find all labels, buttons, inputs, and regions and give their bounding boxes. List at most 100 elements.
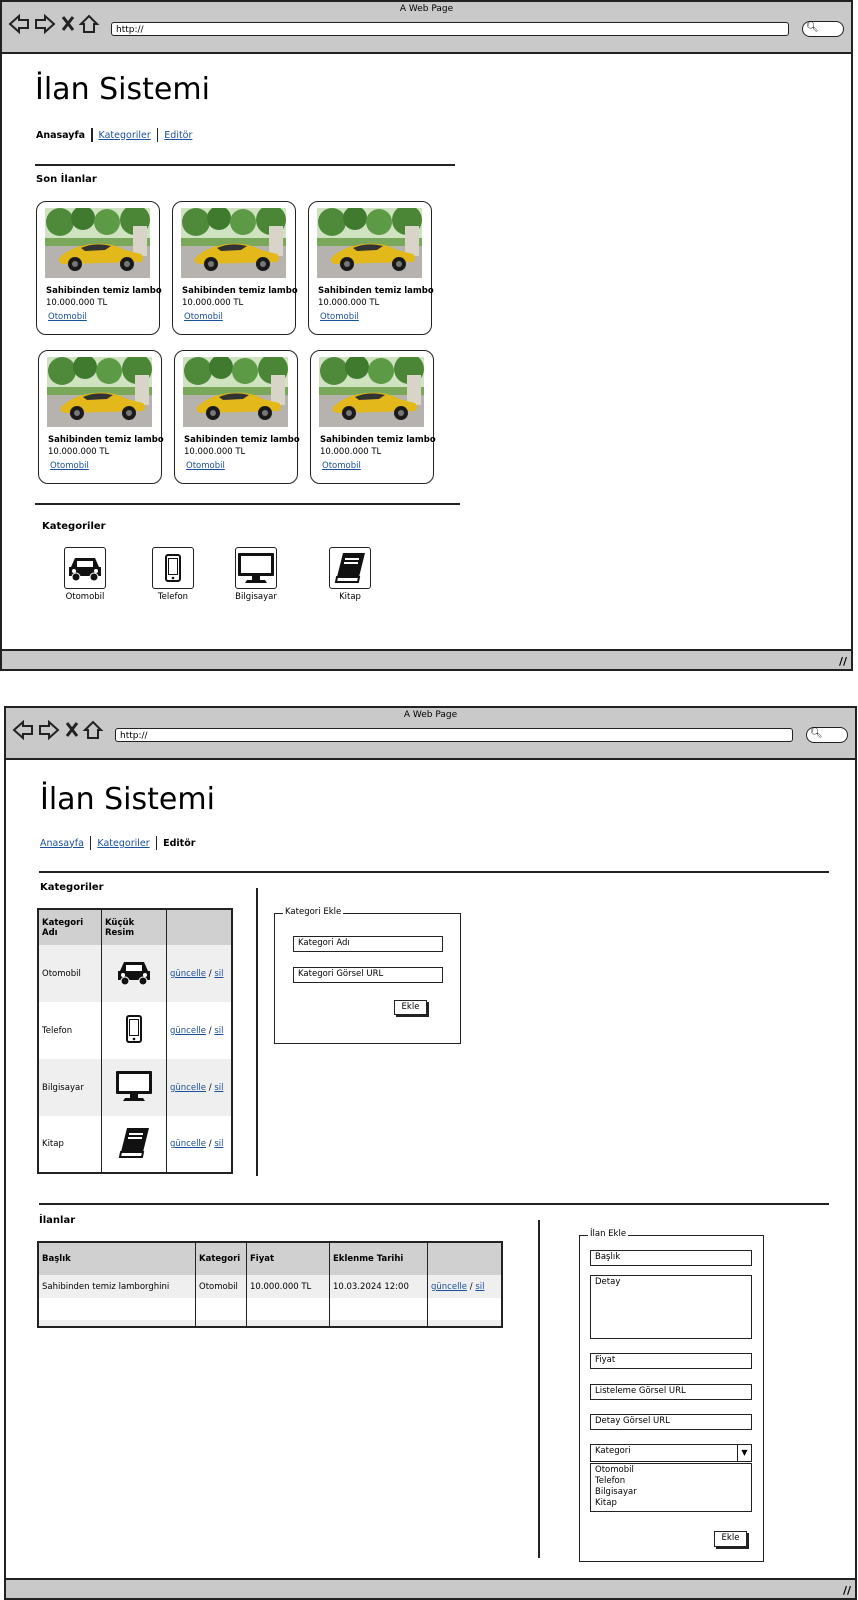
update-link[interactable]: güncelle (170, 1139, 206, 1149)
listing-card[interactable]: Sahibinden temiz lambo 10.000.000 TL Otomo… (172, 201, 298, 335)
address-bar[interactable]: http:// (111, 22, 789, 36)
listing-image[interactable] (183, 354, 288, 427)
column-header: Başlık (37, 1242, 196, 1275)
stop-icon[interactable] (61, 16, 75, 31)
stop-icon[interactable] (65, 722, 79, 737)
nav-editor[interactable]: Editör (163, 838, 195, 849)
listing-image[interactable] (47, 354, 152, 427)
add-listing-button[interactable]: Ekle (714, 1531, 747, 1547)
listing-category-link[interactable]: Otomobil (48, 312, 87, 322)
listing-card[interactable]: Sahibinden temiz lambo 10.000.000 TL Otomo… (174, 350, 300, 484)
detail-image-url-input[interactable]: Detay Görsel URL (590, 1414, 752, 1430)
category-item[interactable]: Bilgisayar (221, 547, 291, 602)
update-link[interactable]: güncelle (170, 969, 206, 979)
phone-icon[interactable] (152, 547, 194, 589)
nav-categories[interactable]: Kategoriler (99, 130, 151, 141)
category-label[interactable]: Otomobil (50, 592, 120, 602)
listing-card[interactable]: Sahibinden temiz lambo 10.000.000 TL Otomo… (38, 350, 164, 484)
book-icon[interactable] (329, 547, 371, 589)
add-category-button[interactable]: Ekle (394, 1000, 427, 1015)
nav-home[interactable]: Anasayfa (40, 838, 84, 849)
column-header: Küçük Resim (101, 909, 167, 945)
car-icon[interactable] (64, 547, 106, 589)
listing-title[interactable]: Sahibinden temiz lambo (184, 435, 300, 445)
category-thumbnail-cell (101, 1002, 167, 1059)
delete-link[interactable]: sil (475, 1282, 484, 1292)
listing-image[interactable] (319, 354, 424, 427)
divider-vertical (538, 1220, 540, 1558)
category-name-input[interactable]: Kategori Adı (293, 936, 443, 952)
listing-image[interactable] (317, 205, 422, 278)
category-option[interactable]: Kitap (595, 1498, 751, 1509)
listing-price: 10.000.000 TL (184, 447, 246, 457)
nav-home[interactable]: Anasayfa (36, 130, 85, 141)
nav-categories[interactable]: Kategoriler (97, 838, 149, 849)
column-header: Kategori Adı (37, 909, 102, 945)
category-label[interactable]: Kitap (315, 592, 385, 602)
back-icon[interactable] (8, 13, 29, 35)
listing-price-input[interactable]: Fiyat (590, 1353, 752, 1369)
listing-title-input[interactable]: Başlık (590, 1250, 752, 1266)
listing-card[interactable]: Sahibinden temiz lambo 10.000.000 TL Otomo… (310, 350, 436, 484)
browser-search[interactable]: 🔍︎ (802, 21, 844, 37)
monitor-icon[interactable] (235, 547, 277, 589)
categories-heading: Kategoriler (42, 521, 106, 532)
listing-category-link[interactable]: Otomobil (186, 461, 225, 471)
browser-search[interactable]: 🔍︎ (806, 727, 848, 743)
listing-image-url-input[interactable]: Listeleme Görsel URL (590, 1384, 752, 1400)
column-header (427, 1242, 503, 1275)
delete-link[interactable]: sil (214, 1026, 223, 1036)
browser-window-editor: A Web Page http:// 🔍︎ İlan Sistemi Anasa… (4, 706, 857, 1600)
category-thumbnail-cell (101, 1116, 167, 1173)
resize-grip-icon[interactable]: // (839, 655, 847, 668)
address-bar[interactable]: http:// (115, 728, 793, 742)
category-select[interactable]: Kategori ▼ (590, 1444, 752, 1462)
delete-link[interactable]: sil (214, 969, 223, 979)
listing-title[interactable]: Sahibinden temiz lambo (320, 435, 436, 445)
search-icon: 🔍︎ (810, 728, 823, 739)
category-item[interactable]: Otomobil (50, 547, 120, 602)
category-item[interactable]: Telefon (138, 547, 208, 602)
category-option[interactable]: Telefon (595, 1476, 751, 1487)
column-header: Eklenme Tarihi (329, 1242, 428, 1275)
home-icon[interactable] (78, 14, 100, 33)
table-row: Otomobil güncelle / sil (37, 945, 233, 1002)
forward-icon[interactable] (39, 719, 60, 741)
listing-title[interactable]: Sahibinden temiz lambo (48, 435, 164, 445)
category-option[interactable]: Otomobil (595, 1465, 751, 1476)
listing-detail-textarea[interactable]: Detay (590, 1275, 752, 1339)
listing-title[interactable]: Sahibinden temiz lambo (318, 286, 434, 296)
listing-category-link[interactable]: Otomobil (320, 312, 359, 322)
resize-grip-icon[interactable]: // (843, 1584, 851, 1597)
delete-link[interactable]: sil (214, 1083, 223, 1093)
listing-image[interactable] (45, 205, 150, 278)
category-label[interactable]: Telefon (138, 592, 208, 602)
chevron-down-icon[interactable]: ▼ (737, 1444, 751, 1461)
delete-link[interactable]: sil (214, 1139, 223, 1149)
category-thumbnail-cell (101, 945, 167, 1002)
listing-card[interactable]: Sahibinden temiz lambo 10.000.000 TL Otomo… (36, 201, 162, 335)
browser-toolbar: A Web Page http:// 🔍︎ (6, 708, 855, 760)
update-link[interactable]: güncelle (170, 1083, 206, 1093)
listing-category-link[interactable]: Otomobil (184, 312, 223, 322)
listing-category-link[interactable]: Otomobil (50, 461, 89, 471)
column-header (166, 909, 233, 945)
listing-card[interactable]: Sahibinden temiz lambo 10.000.000 TL Otomo… (308, 201, 434, 335)
category-option[interactable]: Bilgisayar (595, 1487, 751, 1498)
listing-title[interactable]: Sahibinden temiz lambo (46, 286, 162, 296)
add-listing-form: İlan Ekle Başlık Detay Fiyat Listeleme G… (579, 1229, 764, 1562)
back-icon[interactable] (12, 719, 33, 741)
category-label[interactable]: Bilgisayar (221, 592, 291, 602)
update-link[interactable]: güncelle (431, 1282, 467, 1292)
listing-image[interactable] (181, 205, 286, 278)
category-item[interactable]: Kitap (315, 547, 385, 602)
listing-title[interactable]: Sahibinden temiz lambo (182, 286, 298, 296)
category-image-url-input[interactable]: Kategori Görsel URL (293, 967, 443, 983)
forward-icon[interactable] (35, 13, 56, 35)
home-icon[interactable] (82, 720, 104, 739)
nav-editor[interactable]: Editör (164, 130, 192, 141)
category-name-cell: Bilgisayar (37, 1059, 102, 1116)
listing-category-link[interactable]: Otomobil (322, 461, 361, 471)
update-link[interactable]: güncelle (170, 1026, 206, 1036)
table-row: Kitap güncelle / sil (37, 1116, 233, 1173)
